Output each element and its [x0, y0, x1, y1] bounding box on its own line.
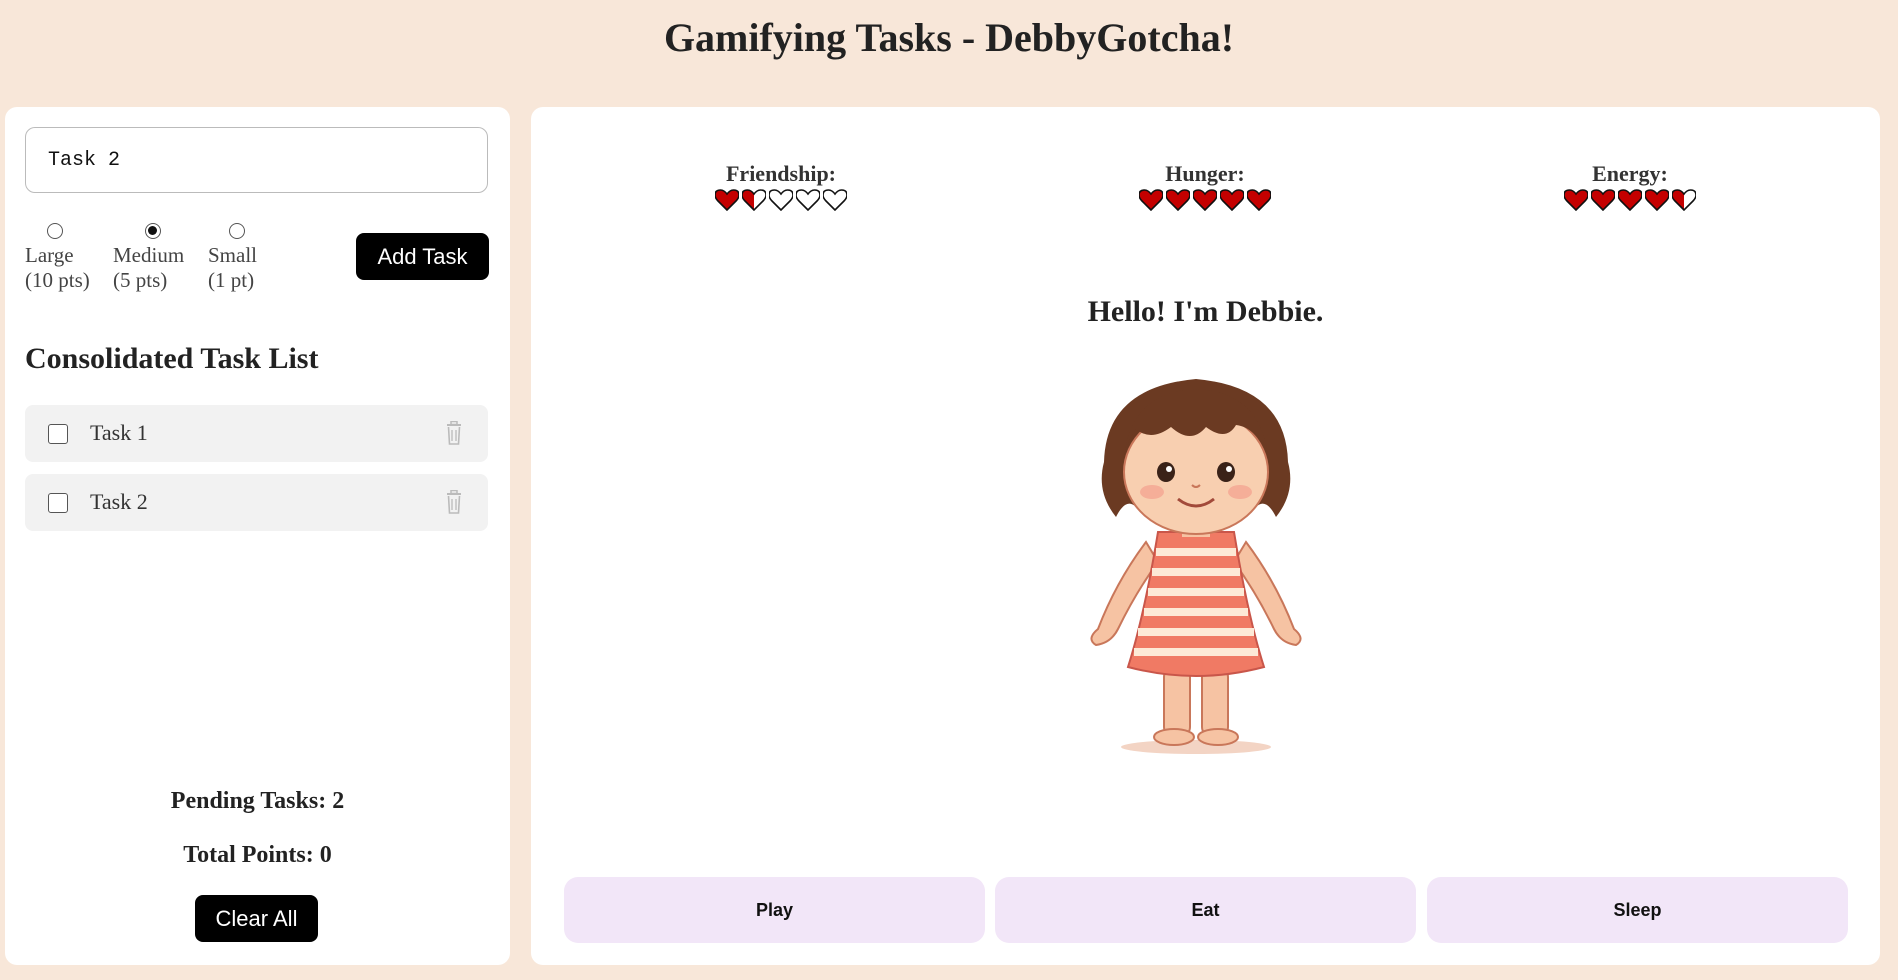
heart-half-icon	[742, 189, 766, 211]
radio-large[interactable]	[47, 223, 63, 239]
meter-label: Hunger:	[1165, 161, 1245, 186]
task-panel: Large (10 pts) Medium (5 pts) Small (1 p…	[5, 107, 510, 965]
size-large-points: (10 pts)	[25, 268, 90, 292]
clear-all-button[interactable]: Clear All	[195, 895, 318, 942]
heart-empty-icon	[769, 189, 793, 211]
add-task-button[interactable]: Add Task	[356, 233, 489, 280]
task-name-input[interactable]	[25, 127, 488, 193]
heart-full-icon	[1591, 189, 1615, 211]
pending-tasks: Pending Tasks: 2	[170, 788, 345, 814]
heart-full-icon	[1220, 189, 1244, 211]
meter-label: Friendship:	[725, 161, 837, 186]
heart-half-icon	[1672, 189, 1696, 211]
size-large-name: Large	[25, 243, 74, 267]
heart-full-icon	[1193, 189, 1217, 211]
size-small-name: Small	[208, 243, 258, 267]
task-list-heading: Consolidated Task List	[25, 342, 319, 375]
heart-full-icon	[1139, 189, 1163, 211]
size-medium-name: Medium	[113, 243, 185, 267]
size-option-medium[interactable]: Medium (5 pts)	[113, 223, 184, 293]
heart-full-icon	[1166, 189, 1190, 211]
heart-full-icon	[1645, 189, 1669, 211]
task-checkbox[interactable]	[48, 493, 68, 513]
sleep-button[interactable]: Sleep	[1427, 877, 1848, 943]
debbie-character-image	[1090, 379, 1302, 754]
size-option-large[interactable]: Large (10 pts)	[25, 223, 90, 293]
hunger-hearts	[1095, 189, 1315, 211]
task-item: Task 1	[25, 405, 488, 462]
size-small-points: (1 pt)	[208, 268, 255, 292]
energy-meter: Energy:	[1520, 161, 1740, 211]
task-item: Task 2	[25, 474, 488, 531]
pet-greeting: Hello! I'm Debbie.	[1087, 295, 1324, 328]
friendship-hearts	[671, 189, 891, 211]
heart-full-icon	[1247, 189, 1271, 211]
heart-empty-icon	[823, 189, 847, 211]
task-label: Task 1	[90, 420, 148, 445]
trash-icon[interactable]	[445, 421, 463, 445]
page-title: Gamifying Tasks - DebbyGotcha!	[663, 15, 1235, 60]
heart-empty-icon	[796, 189, 820, 211]
heart-full-icon	[1564, 189, 1588, 211]
friendship-meter: Friendship:	[671, 161, 891, 211]
energy-hearts	[1520, 189, 1740, 211]
radio-medium[interactable]	[145, 223, 161, 239]
meter-label: Energy:	[1592, 161, 1668, 186]
play-button[interactable]: Play	[564, 877, 985, 943]
task-label: Task 2	[90, 489, 148, 514]
heart-full-icon	[715, 189, 739, 211]
heart-full-icon	[1618, 189, 1642, 211]
task-checkbox[interactable]	[48, 424, 68, 444]
total-points: Total Points: 0	[183, 842, 332, 868]
radio-small[interactable]	[229, 223, 245, 239]
size-option-small[interactable]: Small (1 pt)	[208, 223, 257, 293]
pet-panel: Friendship: Hunger: Energy: Hello! I'm D…	[531, 107, 1880, 965]
size-medium-points: (5 pts)	[113, 268, 168, 292]
trash-icon[interactable]	[445, 490, 463, 514]
eat-button[interactable]: Eat	[995, 877, 1416, 943]
hunger-meter: Hunger:	[1095, 161, 1315, 211]
